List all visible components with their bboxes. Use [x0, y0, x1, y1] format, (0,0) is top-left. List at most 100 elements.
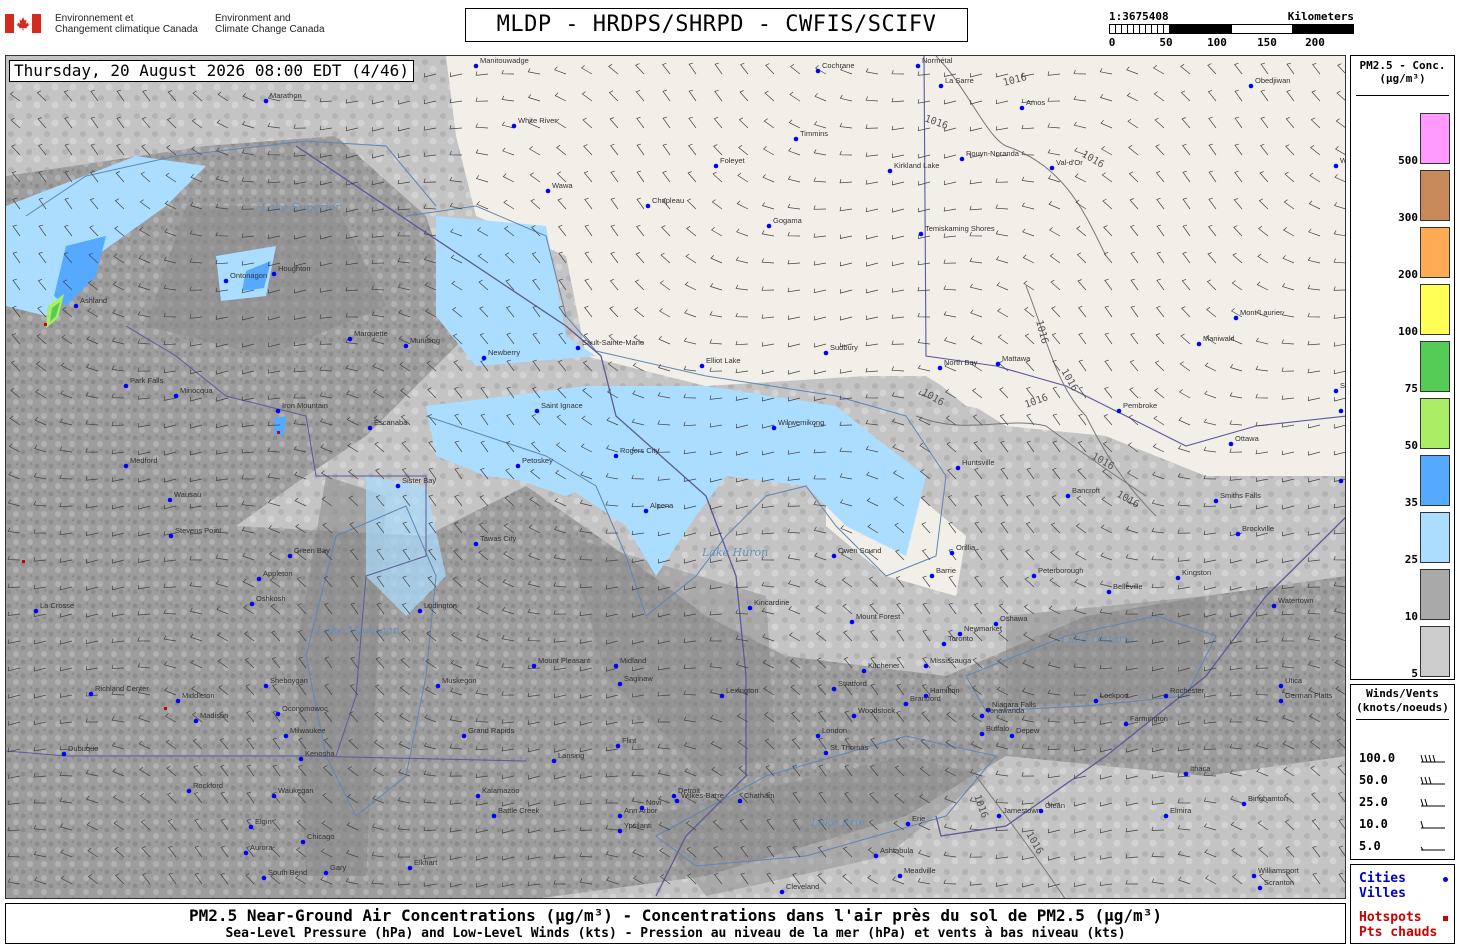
wind-speed-label: 50.0	[1359, 773, 1388, 787]
city-marker	[223, 278, 229, 284]
city-marker	[1278, 683, 1284, 689]
city-label: Kenosha	[305, 749, 335, 758]
city-marker	[1251, 873, 1257, 879]
city-label: Toronto	[948, 634, 973, 643]
city-marker	[915, 63, 921, 69]
concentration-legend: PM2.5 - Conc. (µg/m³) 500 300 200 100 75 50 35…	[1350, 55, 1455, 680]
city-marker	[1183, 771, 1189, 777]
conc-swatch-label: 10	[1404, 610, 1418, 623]
city-marker	[995, 361, 1001, 367]
city-label: Manitouwadge	[480, 56, 529, 65]
city-marker	[475, 793, 481, 799]
hotspot-square-icon	[1443, 916, 1448, 921]
city-marker	[167, 497, 173, 503]
city-marker	[1116, 408, 1122, 414]
city-label: Mount Forest	[856, 612, 901, 621]
conc-swatch	[1420, 227, 1450, 278]
city-label: Temiskaming Shores	[925, 224, 995, 233]
city-marker	[73, 303, 79, 309]
city-label: Cleveland	[786, 882, 819, 891]
city-marker	[849, 619, 855, 625]
conc-swatch	[1420, 113, 1450, 164]
city-label: Sheboygan	[270, 676, 308, 685]
city-label: Petoskey	[522, 456, 553, 465]
wind-barb-icon	[1420, 846, 1445, 851]
city-label: Watertown	[1278, 596, 1314, 605]
wind-legend-title: Winds/Vents (knots/noeuds)	[1351, 687, 1454, 715]
city-label: Minocqua	[180, 386, 213, 395]
city-label: Kingston	[1182, 568, 1211, 577]
city-marker	[903, 701, 909, 707]
city-label: Midland	[620, 656, 646, 665]
lake-label: Lake Erie	[810, 816, 865, 829]
city-label: Green Bay	[294, 546, 330, 555]
city-label: Obedjiwan	[1255, 76, 1290, 85]
hotspot-marker	[22, 560, 25, 563]
city-marker	[779, 889, 785, 895]
city-label: Oconomowoc	[282, 704, 328, 713]
city-label: Waukegan	[278, 786, 314, 795]
city-label: Ithaca	[1190, 764, 1211, 773]
scale-bar-widget: 1:3675408 Kilometers 0 50 100 150 200	[1109, 10, 1354, 50]
agency-fr-line1: Environnement et	[55, 13, 134, 24]
city-label: Wemo	[1340, 156, 1346, 165]
city-marker	[613, 663, 619, 669]
city-marker	[887, 168, 893, 174]
city-marker	[737, 798, 743, 804]
conc-swatch	[1420, 398, 1450, 449]
wind-legend-row: 25.0	[1359, 795, 1451, 809]
city-label: Milwaukee	[290, 726, 325, 735]
city-label: Oshkosh	[256, 594, 286, 603]
city-marker	[1019, 105, 1025, 111]
city-label: Appleton	[263, 569, 293, 578]
city-marker	[403, 343, 409, 349]
city-marker	[955, 465, 961, 471]
scale-label: 100	[1207, 36, 1227, 49]
conc-swatch	[1420, 626, 1450, 677]
city-label: Flint	[622, 736, 637, 745]
caption-line2: Sea-Level Pressure (hPa) and Low-Level W…	[225, 926, 1126, 941]
city-marker	[815, 68, 821, 74]
city-marker	[1213, 498, 1219, 504]
conc-swatch	[1420, 284, 1450, 335]
scale-units: Kilometers	[1287, 10, 1354, 23]
city-marker	[271, 793, 277, 799]
city-marker	[993, 621, 999, 627]
city-marker	[243, 850, 249, 856]
city-label: Owen Sound	[838, 546, 881, 555]
city-marker	[897, 873, 903, 879]
agency-name-fr: Environnement et Changement climatique C…	[55, 13, 198, 35]
wind-legend-row: 50.0	[1359, 773, 1451, 787]
city-label: Smiths Falls	[1220, 491, 1261, 500]
map-svg: 1016 1016 1016 1016 1016 1016 1016 1016 …	[6, 56, 1346, 898]
city-marker	[873, 853, 879, 859]
city-label: Maniwaki	[1203, 334, 1235, 343]
city-marker	[323, 870, 329, 876]
city-label: German Flatts	[1285, 691, 1333, 700]
city-label: North Bay	[944, 358, 978, 367]
city-marker	[515, 463, 521, 469]
city-label: Binghamton	[1248, 794, 1288, 803]
city-marker	[545, 188, 551, 194]
city-label: Novi	[646, 798, 661, 807]
hotspot-marker	[277, 431, 280, 434]
city-marker	[941, 641, 947, 647]
cities-legend-label: Cities Villes	[1359, 871, 1406, 901]
city-label: London	[822, 726, 847, 735]
wind-speed-label: 100.0	[1359, 751, 1396, 765]
map-canvas[interactable]: 1016 1016 1016 1016 1016 1016 1016 1016 …	[5, 55, 1346, 899]
city-label: Mississauga	[930, 656, 972, 665]
city-marker	[1163, 813, 1169, 819]
city-label: Marathon	[270, 91, 302, 100]
city-label: Jamestown	[1003, 806, 1041, 815]
city-label: Grand Rapids	[468, 726, 515, 735]
city-label: Rouyn-Noranda	[966, 149, 1020, 158]
wind-legend-row: 100.0	[1359, 751, 1451, 765]
city-marker	[996, 813, 1002, 819]
city-marker	[1233, 315, 1239, 321]
city-marker	[1333, 163, 1339, 169]
city-marker	[256, 576, 262, 582]
city-label: Ypsilanti	[624, 821, 652, 830]
city-marker	[168, 533, 174, 539]
city-label: Normétal	[922, 56, 953, 65]
